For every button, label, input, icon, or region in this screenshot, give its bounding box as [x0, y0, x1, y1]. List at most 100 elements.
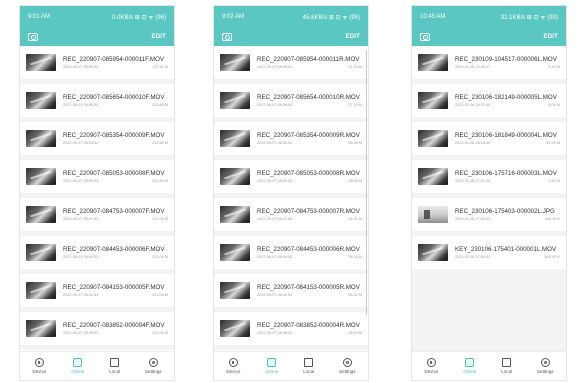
- file-name: REC_220907-083852-000004R.MOV: [257, 322, 360, 329]
- list-item[interactable]: REC_220907-084753-000007F.MOV 2022-09-07 …: [20, 198, 174, 231]
- file-date: 2022-09-07 08:50:53: [257, 179, 293, 183]
- scrollbar[interactable]: [365, 50, 367, 315]
- list-item[interactable]: REC_220907-084153-000005F.MOV 2022-09-07 …: [20, 274, 174, 307]
- list-item[interactable]: KEY_230106-175401-000001L.MOV 2023-01-06 …: [412, 236, 566, 269]
- tab-label: Device: [226, 369, 241, 374]
- file-size: 219.82 M: [152, 141, 168, 145]
- top-bar: EDIT: [412, 28, 566, 46]
- tab-local[interactable]: Local: [109, 358, 120, 374]
- camera-icon[interactable]: [28, 33, 38, 41]
- list-item[interactable]: REC_220907-084153-000005R.MOV 2022-09-07 …: [214, 274, 368, 307]
- list-item[interactable]: REC_230106-181849-000004L.MOV 2023-01-06 …: [412, 122, 566, 155]
- list-item[interactable]: REC_220907-084453-000006R.MOV 2022-09-07 …: [214, 236, 368, 269]
- video-thumbnail: [418, 168, 448, 185]
- file-size: 27.25 M: [348, 103, 362, 107]
- video-thumbnail: [418, 54, 448, 71]
- video-thumbnail: [418, 92, 448, 109]
- file-size: 28.00 M: [348, 331, 362, 335]
- tab-label: Online: [265, 369, 279, 374]
- list-item[interactable]: REC_230109-104517-000006L.MOV 2023-01-09 …: [412, 46, 566, 79]
- device-icon: [228, 358, 238, 367]
- tab-device[interactable]: Device: [32, 358, 46, 374]
- list-item[interactable]: REC_230106-182149-000005L.MOV 2023-01-06 …: [412, 84, 566, 117]
- status-bar: 9:02 AM 45.8KB/s ⊞ ⊡ ᯤ (95): [214, 6, 368, 28]
- file-date: 2022-09-07 08:50:53: [63, 179, 99, 183]
- file-date: 2023-01-06 18:21:49: [455, 103, 491, 107]
- edit-button[interactable]: EDIT: [544, 34, 558, 40]
- image-thumbnail: [418, 206, 448, 223]
- file-date: 2022-09-07 08:53:54: [257, 141, 293, 145]
- list-item[interactable]: REC_220907-085954-000011R.MOV 2022-09-07 …: [214, 46, 368, 79]
- list-item[interactable]: REC_220907-083852-000004F.MOV 2022-09-07 …: [20, 312, 174, 345]
- file-date: 2022-09-07 08:47:53: [257, 217, 293, 221]
- file-size: 4.43 M: [548, 65, 560, 69]
- tab-label: Settings: [338, 369, 356, 374]
- status-indicators: 32.1KB/s ⊞ ⊡ ᯤ (93): [500, 15, 558, 21]
- file-size: 8.06 M: [548, 103, 560, 107]
- video-thumbnail: [418, 130, 448, 147]
- tab-label: Local: [501, 369, 513, 374]
- list-item[interactable]: REC_220907-085354-000009R.MOV 2022-09-07 …: [214, 122, 368, 155]
- tab-local[interactable]: Local: [303, 358, 314, 374]
- file-name: REC_220907-085053-000008F.MOV: [63, 170, 165, 177]
- video-thumbnail: [26, 168, 56, 185]
- list-item[interactable]: REC_220907-085053-000008R.MOV 2022-09-07 …: [214, 160, 368, 193]
- online-icon: [267, 358, 277, 367]
- tab-online[interactable]: Online: [71, 358, 84, 374]
- video-thumbnail: [26, 130, 56, 147]
- tab-settings[interactable]: Settings: [537, 358, 554, 374]
- file-name: REC_220907-085354-000009F.MOV: [63, 132, 165, 139]
- file-name: REC_220907-084753-000007F.MOV: [63, 208, 165, 215]
- tab-device[interactable]: Device: [226, 358, 240, 374]
- device-icon: [426, 358, 436, 367]
- video-thumbnail: [220, 92, 250, 109]
- file-name: REC_220907-084753-000007R.MOV: [257, 208, 360, 215]
- file-name: REC_220907-085654-000010F.MOV: [63, 94, 165, 101]
- camera-icon[interactable]: [420, 33, 430, 41]
- tab-online[interactable]: Online: [463, 358, 476, 374]
- status-indicators: 45.8KB/s ⊞ ⊡ ᯤ (95): [302, 15, 360, 21]
- tab-label: Online: [71, 369, 85, 374]
- video-thumbnail: [26, 54, 56, 71]
- tab-online[interactable]: Online: [265, 358, 278, 374]
- file-name: KEY_230106-175401-000001L.MOV: [455, 246, 557, 253]
- list-item[interactable]: REC_220907-085354-000009F.MOV 2022-09-07 …: [20, 122, 174, 155]
- tab-label: Online: [463, 369, 477, 374]
- file-name: REC_220907-085654-000010R.MOV: [257, 94, 360, 101]
- settings-icon: [342, 358, 352, 367]
- edit-button[interactable]: EDIT: [152, 34, 166, 40]
- list-item[interactable]: REC_220907-085954-000011F.MOV 2022-09-07 …: [20, 46, 174, 79]
- edit-button[interactable]: EDIT: [346, 34, 360, 40]
- file-name: REC_220907-084453-000006R.MOV: [257, 246, 360, 253]
- file-name: REC_220907-084453-000006F.MOV: [63, 246, 165, 253]
- video-thumbnail: [220, 320, 250, 337]
- tab-device[interactable]: Device: [424, 358, 438, 374]
- list-item[interactable]: REC_220907-085654-000010F.MOV 2022-09-07 …: [20, 84, 174, 117]
- list-item[interactable]: REC_220907-085654-000010R.MOV 2022-09-07 …: [214, 84, 368, 117]
- file-list[interactable]: REC_220907-085954-000011R.MOV 2022-09-07 …: [214, 46, 368, 352]
- settings-icon: [540, 358, 550, 367]
- list-item[interactable]: REC_230106-175403-000002L.JPG 2023-01-06 …: [412, 198, 566, 231]
- file-date: 2023-01-09 10:45:17: [455, 65, 491, 69]
- list-item[interactable]: REC_220907-083852-000004R.MOV 2022-09-07 …: [214, 312, 368, 345]
- tab-settings[interactable]: Settings: [339, 358, 356, 374]
- file-list[interactable]: REC_230109-104517-000006L.MOV 2023-01-09 …: [412, 46, 566, 352]
- list-item[interactable]: REC_220907-084453-000006F.MOV 2022-09-07 …: [20, 236, 174, 269]
- file-list[interactable]: REC_220907-085954-000011F.MOV 2022-09-07 …: [20, 46, 174, 352]
- list-item[interactable]: REC_220907-084753-000007R.MOV 2022-09-07 …: [214, 198, 368, 231]
- tab-local[interactable]: Local: [501, 358, 512, 374]
- file-date: 2023-01-06 18:18:49: [455, 141, 491, 145]
- tab-settings[interactable]: Settings: [145, 358, 162, 374]
- list-item[interactable]: REC_220907-085053-000008F.MOV 2022-09-07 …: [20, 160, 174, 193]
- tab-label: Settings: [144, 369, 162, 374]
- file-name: REC_220907-085053-000008R.MOV: [257, 170, 360, 177]
- file-size: 28.31 M: [348, 217, 362, 221]
- video-thumbnail: [26, 206, 56, 223]
- file-date: 2022-09-07 08:41:53: [257, 293, 293, 297]
- file-name: REC_220907-084153-000005R.MOV: [257, 284, 360, 291]
- top-bar: EDIT: [214, 28, 368, 46]
- status-time: 9:01 AM: [28, 14, 51, 20]
- camera-icon[interactable]: [222, 33, 232, 41]
- list-item[interactable]: REC_230106-175716-000003L.MOV 2023-01-06 …: [412, 160, 566, 193]
- file-name: REC_230106-181849-000004L.MOV: [455, 132, 557, 139]
